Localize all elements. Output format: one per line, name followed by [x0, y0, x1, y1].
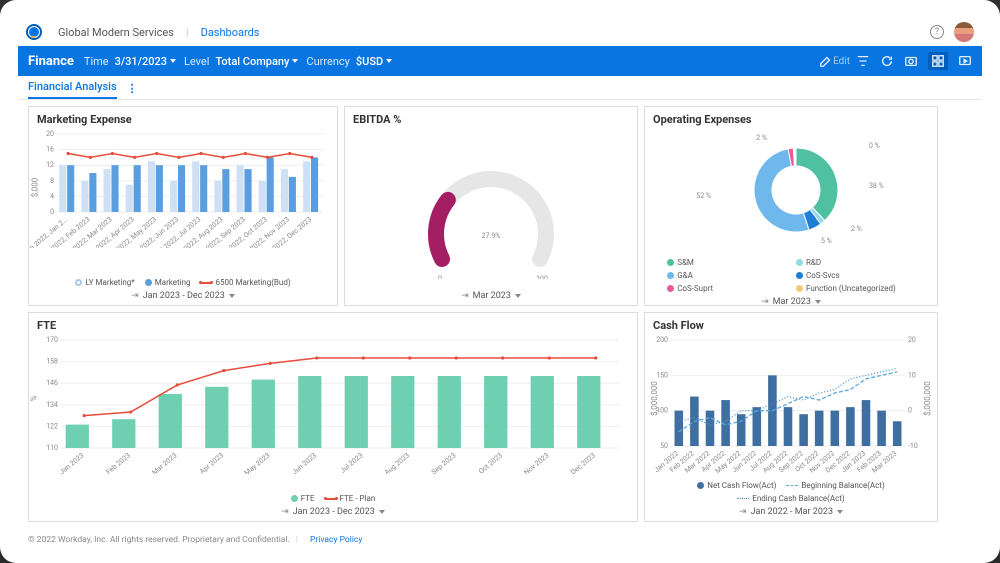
card-title: Marketing Expense [29, 107, 337, 128]
card-title: Operating Expenses [645, 107, 937, 128]
breadcrumb-separator: | [186, 26, 189, 39]
avatar[interactable] [954, 22, 974, 42]
tab-financial-analysis[interactable]: Financial Analysis [28, 80, 117, 99]
svg-text:20: 20 [908, 336, 916, 344]
legend: Net Cash Flow(Act) Beginning Balance(Act… [645, 479, 937, 505]
svg-text:20: 20 [46, 130, 54, 138]
help-icon[interactable]: ? [930, 25, 944, 39]
card-title: EBITDA % [345, 107, 637, 128]
svg-text:27.9%: 27.9% [482, 232, 501, 240]
camera-icon[interactable] [904, 54, 918, 68]
page-footer: © 2022 Workday, Inc. All rights reserved… [18, 531, 982, 545]
present-icon[interactable] [958, 54, 972, 68]
svg-text:Nov 2023: Nov 2023 [523, 451, 551, 474]
card-marketing-expense: Marketing Expense $,000 0 4 8 12 16 20 Jan 202… [28, 106, 338, 306]
time-label: Time [84, 55, 109, 68]
svg-text:2 %: 2 % [756, 134, 767, 142]
svg-text:5 %: 5 % [821, 237, 832, 245]
copyright-text: © 2022 Workday, Inc. All rights reserved… [28, 535, 290, 545]
svg-text:Jul 2023: Jul 2023 [339, 451, 365, 474]
svg-text:122: 122 [46, 422, 58, 430]
privacy-link[interactable]: Privacy Policy [310, 535, 362, 545]
card-range-selector[interactable]: Mar 2023 [345, 289, 637, 305]
svg-text:150: 150 [656, 371, 668, 379]
refresh-icon[interactable] [880, 54, 894, 68]
y-axis-label: % [29, 396, 38, 402]
svg-text:0 %: 0 % [869, 142, 880, 150]
card-operating-expenses: Operating Expenses 0 %38 %2 %5 %52 %2 % … [644, 106, 938, 306]
svg-text:Aug 2023: Aug 2023 [383, 451, 411, 474]
chart-cash-flow: 50100150200-1001020Jan 2022Feb 2022Mar 2… [645, 334, 925, 474]
workday-logo[interactable] [26, 24, 42, 40]
svg-text:134: 134 [46, 401, 58, 409]
svg-text:Mar 2023: Mar 2023 [151, 451, 179, 474]
legend: FTE FTE - Plan [29, 492, 637, 505]
svg-text:50: 50 [660, 442, 668, 450]
svg-text:158: 158 [46, 358, 58, 366]
level-label: Level [184, 55, 209, 68]
tab-row: Financial Analysis ⋮ [18, 76, 982, 100]
chart-fte: 110 122 134 146 158 170 Jan 2023 Feb 2023 Mar 20… [29, 334, 629, 474]
svg-text:4: 4 [50, 192, 54, 200]
svg-text:0: 0 [50, 208, 54, 216]
svg-text:52 %: 52 % [696, 192, 711, 200]
top-bar: Global Modern Services | Dashboards ? [18, 18, 982, 46]
currency-label: Currency [306, 55, 349, 68]
card-range-selector[interactable]: Jan 2023 - Dec 2023 [29, 505, 637, 521]
y-axis-label-right: $,000,000 [923, 381, 932, 416]
svg-text:Sep 2023: Sep 2023 [430, 451, 458, 474]
breadcrumb-dashboards[interactable]: Dashboards [201, 26, 260, 39]
svg-text:0: 0 [438, 275, 442, 279]
filter-icon[interactable] [856, 54, 870, 68]
legend: LY Marketing* Marketing 6500 Marketing(B… [29, 276, 337, 289]
card-cash-flow: Cash Flow $,000,000 $,000,000 5010015020… [644, 312, 938, 522]
svg-text:38 %: 38 % [869, 182, 884, 190]
svg-text:Jan 2023: Jan 2023 [58, 451, 85, 474]
y-axis-label: $,000,000 [650, 381, 659, 416]
svg-text:Apr 2023: Apr 2023 [198, 451, 225, 474]
svg-text:16: 16 [46, 146, 54, 154]
card-fte: FTE % 110 122 134 146 158 170 Jan 2023 Feb 2023… [28, 312, 638, 522]
legend: S&M R&D G&A CoS-Svcs CoS-Suprt Function … [645, 258, 937, 295]
svg-text:146: 146 [46, 379, 58, 387]
svg-text:-10: -10 [908, 442, 918, 450]
card-range-selector[interactable]: Jan 2023 - Dec 2023 [29, 289, 337, 305]
svg-text:170: 170 [46, 336, 58, 344]
svg-text:12: 12 [46, 161, 54, 169]
svg-text:10: 10 [908, 371, 916, 379]
tab-menu-icon[interactable]: ⋮ [127, 82, 138, 99]
level-dropdown[interactable]: Total Company [215, 55, 298, 68]
svg-text:200: 200 [656, 336, 668, 344]
svg-text:Jun 2023: Jun 2023 [291, 451, 318, 474]
svg-text:8: 8 [50, 177, 54, 185]
svg-text:Feb 2023: Feb 2023 [105, 451, 132, 474]
svg-text:2 %: 2 % [851, 225, 862, 233]
y-axis-label: $,000 [30, 178, 39, 198]
svg-text:110: 110 [46, 444, 58, 452]
svg-text:May 2023: May 2023 [243, 451, 272, 474]
svg-text:0: 0 [908, 407, 912, 415]
svg-text:Dec 2023: Dec 2023 [569, 451, 597, 474]
time-dropdown[interactable]: 3/31/2023 [115, 55, 176, 68]
edit-button[interactable]: Edit [819, 54, 846, 68]
card-range-selector[interactable]: Jan 2022 - Mar 2023 [645, 505, 937, 521]
card-title: FTE [29, 313, 637, 334]
chart-operating-donut: 0 % 38 % 2 % 5 % 52 % 2 % [651, 128, 931, 258]
grid-view-icon[interactable] [928, 52, 948, 70]
page-title: Finance [28, 54, 74, 69]
chart-marketing: 048121620Jan 2022, Jan 2...Feb 2022, Feb… [29, 128, 329, 248]
card-title: Cash Flow [645, 313, 937, 334]
company-name: Global Modern Services [58, 26, 174, 39]
card-range-selector[interactable]: Mar 2023 [645, 295, 937, 306]
card-ebitda: EBITDA % 27.9% 0 100 Mar 2023 [344, 106, 638, 306]
dashboard-grid: Marketing Expense $,000 0 4 8 12 16 20 Jan 202… [18, 100, 982, 531]
chart-ebitda-gauge: 27.9% 0 100 [391, 139, 591, 279]
svg-text:100: 100 [536, 275, 548, 279]
svg-text:Oct 2023: Oct 2023 [477, 451, 504, 474]
filter-bar: Finance Time 3/31/2023 Level Total Compa… [18, 46, 982, 76]
currency-dropdown[interactable]: $USD [356, 55, 392, 68]
